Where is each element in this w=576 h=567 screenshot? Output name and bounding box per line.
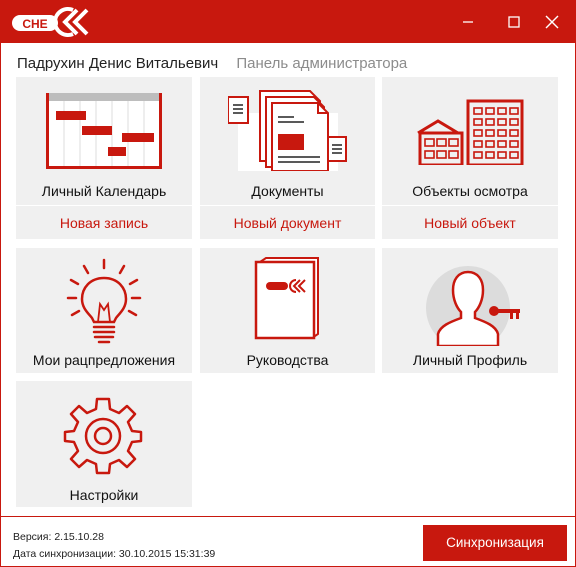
tile-label: Объекты осмотра (412, 183, 528, 199)
new-document-link[interactable]: Новый документ (200, 205, 375, 239)
tile-label: Мои рацпредложения (32, 352, 176, 368)
proposals-tile[interactable]: Мои рацпредложения (16, 248, 192, 373)
gear-icon (63, 397, 143, 475)
maximize-icon (508, 16, 520, 28)
cne-logo-icon: СНЕ (12, 7, 89, 37)
header-row: Падрухин Денис Витальевич Панель админис… (17, 55, 407, 75)
manual-icon (254, 257, 319, 340)
tile-label: Настройки (69, 487, 139, 503)
svg-text:СНЕ: СНЕ (22, 17, 47, 31)
version-text: Версия: 2.15.10.28 (13, 531, 104, 543)
lightbulb-icon (66, 258, 142, 344)
manuals-tile[interactable]: Руководства (200, 248, 375, 373)
new-object-link[interactable]: Новый объект (382, 205, 558, 239)
settings-tile[interactable]: Настройки (16, 381, 192, 507)
sync-date-text: Дата синхронизации: 30.10.2015 15:31:39 (13, 548, 216, 560)
app-window: СНЕ Падрухин Денис Витальевич Панель адм… (0, 0, 576, 567)
tile-label: Личный Профиль (412, 352, 528, 368)
sync-button[interactable]: Синхронизация (423, 525, 567, 561)
new-entry-link[interactable]: Новая запись (16, 205, 192, 239)
documents-icon (228, 90, 347, 171)
calendar-icon (46, 93, 162, 169)
user-name: Падрухин Денис Витальевич (17, 55, 219, 72)
footer: Версия: 2.15.10.28 Дата синхронизации: 3… (1, 516, 575, 566)
minimize-button[interactable] (445, 1, 491, 43)
admin-panel-link[interactable]: Панель администратора (236, 55, 407, 72)
tile-label: Документы (251, 183, 324, 199)
title-bar[interactable]: СНЕ (1, 1, 575, 43)
profile-tile[interactable]: Личный Профиль (382, 248, 558, 373)
tile-label: Личный Календарь (41, 183, 167, 199)
inspection-objects-tile[interactable]: Объекты осмотра Новый объект (382, 77, 558, 239)
profile-icon (426, 266, 520, 346)
calendar-tile[interactable]: Личный Календарь Новая запись (16, 77, 192, 239)
close-icon (545, 15, 559, 29)
close-button[interactable] (529, 1, 575, 43)
buildings-icon (417, 99, 524, 165)
documents-tile[interactable]: Документы Новый документ (200, 77, 375, 239)
tile-label: Руководства (246, 352, 329, 368)
minimize-icon (463, 21, 473, 23)
